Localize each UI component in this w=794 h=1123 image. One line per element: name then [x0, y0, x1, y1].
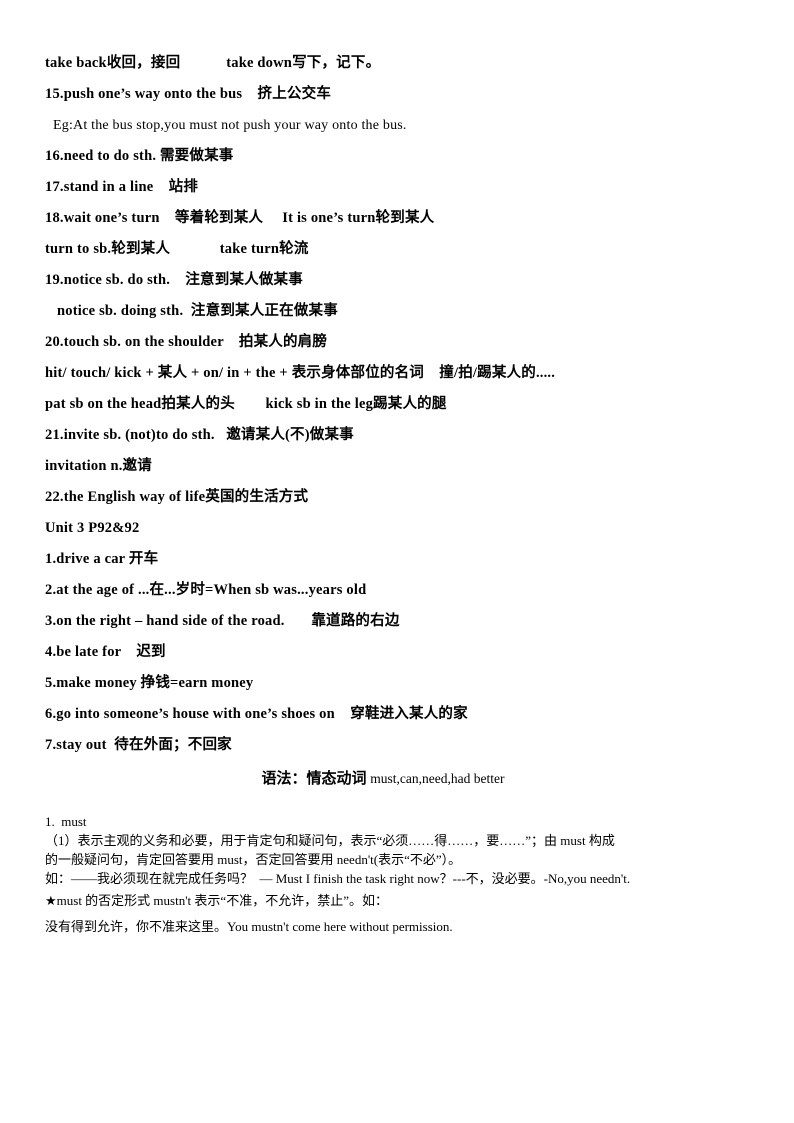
- document-page: take back收回，接回 take down写下，记下。 15.push o…: [0, 0, 794, 1123]
- grammar-line: 没有得到允许，你不准来这里。You mustn't come here with…: [45, 919, 453, 934]
- grammar-line: 如：——我必须现在就完成任务吗？ — Must I finish the tas…: [45, 871, 631, 886]
- list-item: 7.stay out 待在外面；不回家: [45, 737, 232, 753]
- list-item: 5.make money 挣钱=earn money: [45, 675, 254, 691]
- list-item: 16.need to do sth. 需要做某事: [45, 148, 234, 164]
- list-item: 22.the English way of life英国的生活方式: [45, 489, 309, 505]
- list-item: 18.wait one’s turn 等着轮到某人 It is one’s tu…: [45, 210, 435, 226]
- list-item: 3.on the right – hand side of the road. …: [45, 613, 400, 629]
- unit-heading: Unit 3 P92&92: [45, 520, 140, 536]
- list-item: 2.at the age of ...在...岁时=When sb was...…: [45, 582, 367, 598]
- list-item: 21.invite sb. (not)to do sth. 邀请某人(不)做某事: [45, 427, 354, 443]
- vocabulary-list: take back收回，接回 take down写下，记下。 15.push o…: [45, 48, 751, 761]
- list-item: 6.go into someone’s house with one’s sho…: [45, 706, 468, 722]
- list-item: 15.push one’s way onto the bus 挤上公交车: [45, 86, 332, 102]
- list-item: take back收回，接回 take down写下，记下。: [45, 55, 381, 71]
- list-item: 20.touch sb. on the shoulder 拍某人的肩膀: [45, 334, 328, 350]
- list-item: 17.stand in a line 站排: [45, 179, 199, 195]
- document-body: take back收回，接回 take down写下，记下。 15.push o…: [45, 48, 751, 940]
- grammar-title-modals: must,can,need,had better: [370, 771, 505, 786]
- list-item: hit/ touch/ kick + 某人 + on/ in + the + 表…: [45, 365, 556, 381]
- list-item: 4.be late for 迟到: [45, 644, 166, 660]
- grammar-line: ★must 的否定形式 mustn't 表示“不准，不允许，禁止”。如：: [45, 893, 388, 908]
- list-item: 1.drive a car 开车: [45, 551, 159, 567]
- grammar-line: 的一般疑问句，肯定回答要用 must，否定回答要用 needn't(表示“不必”…: [45, 852, 462, 867]
- list-item: notice sb. doing sth. 注意到某人正在做某事: [57, 303, 338, 319]
- list-item: Eg:At the bus stop,you must not push you…: [53, 118, 407, 133]
- grammar-line: 1. must: [45, 814, 87, 829]
- list-item: pat sb on the head拍某人的头 kick sb in the l…: [45, 396, 447, 412]
- grammar-explanation-block: 1. must （1）表示主观的义务和必要，用于肯定句和疑问句，表示“必须……得…: [45, 812, 751, 940]
- list-item: 19.notice sb. do sth. 注意到某人做某事: [45, 272, 303, 288]
- grammar-section-title: 语法：情态动词 must,can,need,had better: [45, 764, 751, 794]
- list-item: invitation n.邀请: [45, 458, 152, 474]
- grammar-title-cn: 语法：情态动词: [261, 771, 371, 787]
- grammar-line: （1）表示主观的义务和必要，用于肯定句和疑问句，表示“必须……得……，要……”；…: [45, 833, 615, 848]
- list-item: turn to sb.轮到某人 take turn轮流: [45, 241, 309, 257]
